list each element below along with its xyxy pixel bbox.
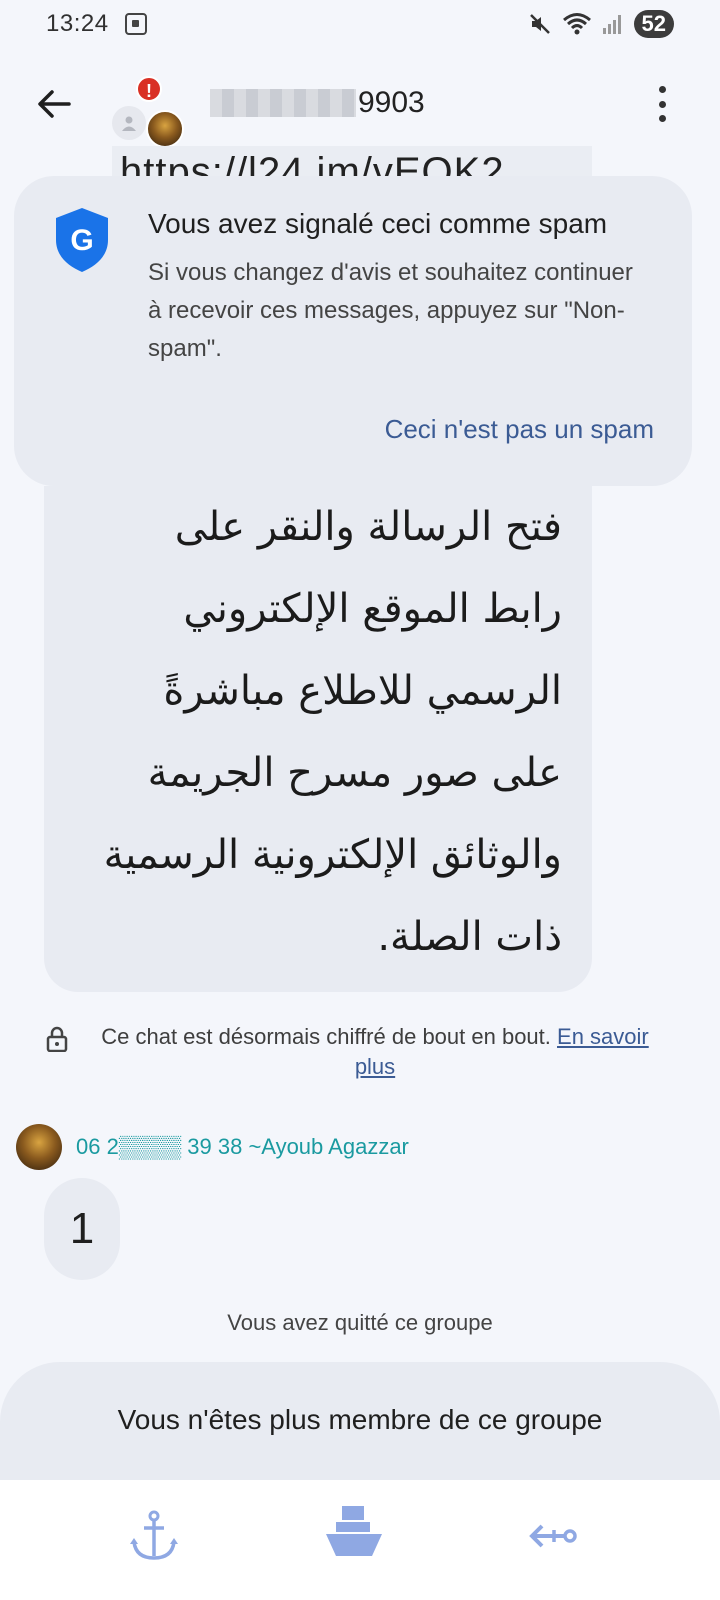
bottom-nav [0,1480,720,1600]
spam-description: Si vous changez d'avis et souhaitez cont… [148,259,633,362]
title-suffix: 9903 [358,86,425,119]
conversation-title[interactable]: 9903 [210,86,425,120]
message-line: ذات الصلة. [377,914,562,960]
person-icon [112,106,146,140]
spam-alert-icon: ! [136,76,162,102]
encryption-text: Ce chat est désormais chiffré de bout en… [90,1022,660,1082]
message-bubble[interactable]: 1 [44,1178,120,1280]
message-line: رابط الموقع الإلكتروني [183,586,562,632]
signal-icon [602,15,621,34]
mute-icon [529,14,550,34]
screenshot-icon [124,13,147,35]
wifi-icon [562,13,591,35]
back-arrow-icon[interactable] [36,86,72,122]
redacted-number [210,89,356,117]
message-line: فتح الرسالة والنقر على [174,504,562,550]
sender-name: 06 2▒▒▒▒ 39 38 ~Ayoub Agazzar [76,1134,409,1159]
system-message: Vous avez quitté ce groupe [227,1310,493,1335]
app-bar: ! 9903 [0,64,720,148]
not-spam-button[interactable]: Ceci n'est pas un spam [385,414,654,445]
message-line: الرسمي للاطلاع مباشرةً [163,668,562,714]
ship-icon[interactable] [322,1500,386,1564]
shield-letter: G [70,224,93,257]
spam-title: Vous avez signalé ceci comme spam [148,208,608,239]
group-avatar[interactable]: ! [110,76,190,148]
sender-avatar[interactable] [16,1124,62,1170]
encryption-notice: Ce chat est désormais chiffré de bout en… [46,1022,666,1082]
encryption-message: Ce chat est désormais chiffré de bout en… [101,1024,551,1049]
status-bar: 13:24 52 [0,0,720,48]
message-line: والوثائق الإلكترونية الرسمية [103,832,562,878]
google-shield-icon: G [56,208,108,272]
more-options-icon[interactable] [656,86,668,122]
message-line: على صور مسرح الجريمة [147,750,562,796]
battery-indicator: 52 [633,10,674,38]
lock-icon [46,1026,68,1052]
not-member-text: Vous n'êtes plus membre de ce groupe [117,1404,603,1435]
avatar [146,110,184,148]
status-time: 13:24 [46,10,109,37]
message-text: فتح الرسالة والنقر على رابط الموقع الإلك… [60,486,562,978]
spam-notice-card: G Vous avez signalé ceci comme spam Si v… [14,176,692,486]
anchor-icon[interactable] [124,1506,184,1566]
status-icons: 52 [528,10,674,38]
arrow-back-icon[interactable] [520,1506,580,1566]
